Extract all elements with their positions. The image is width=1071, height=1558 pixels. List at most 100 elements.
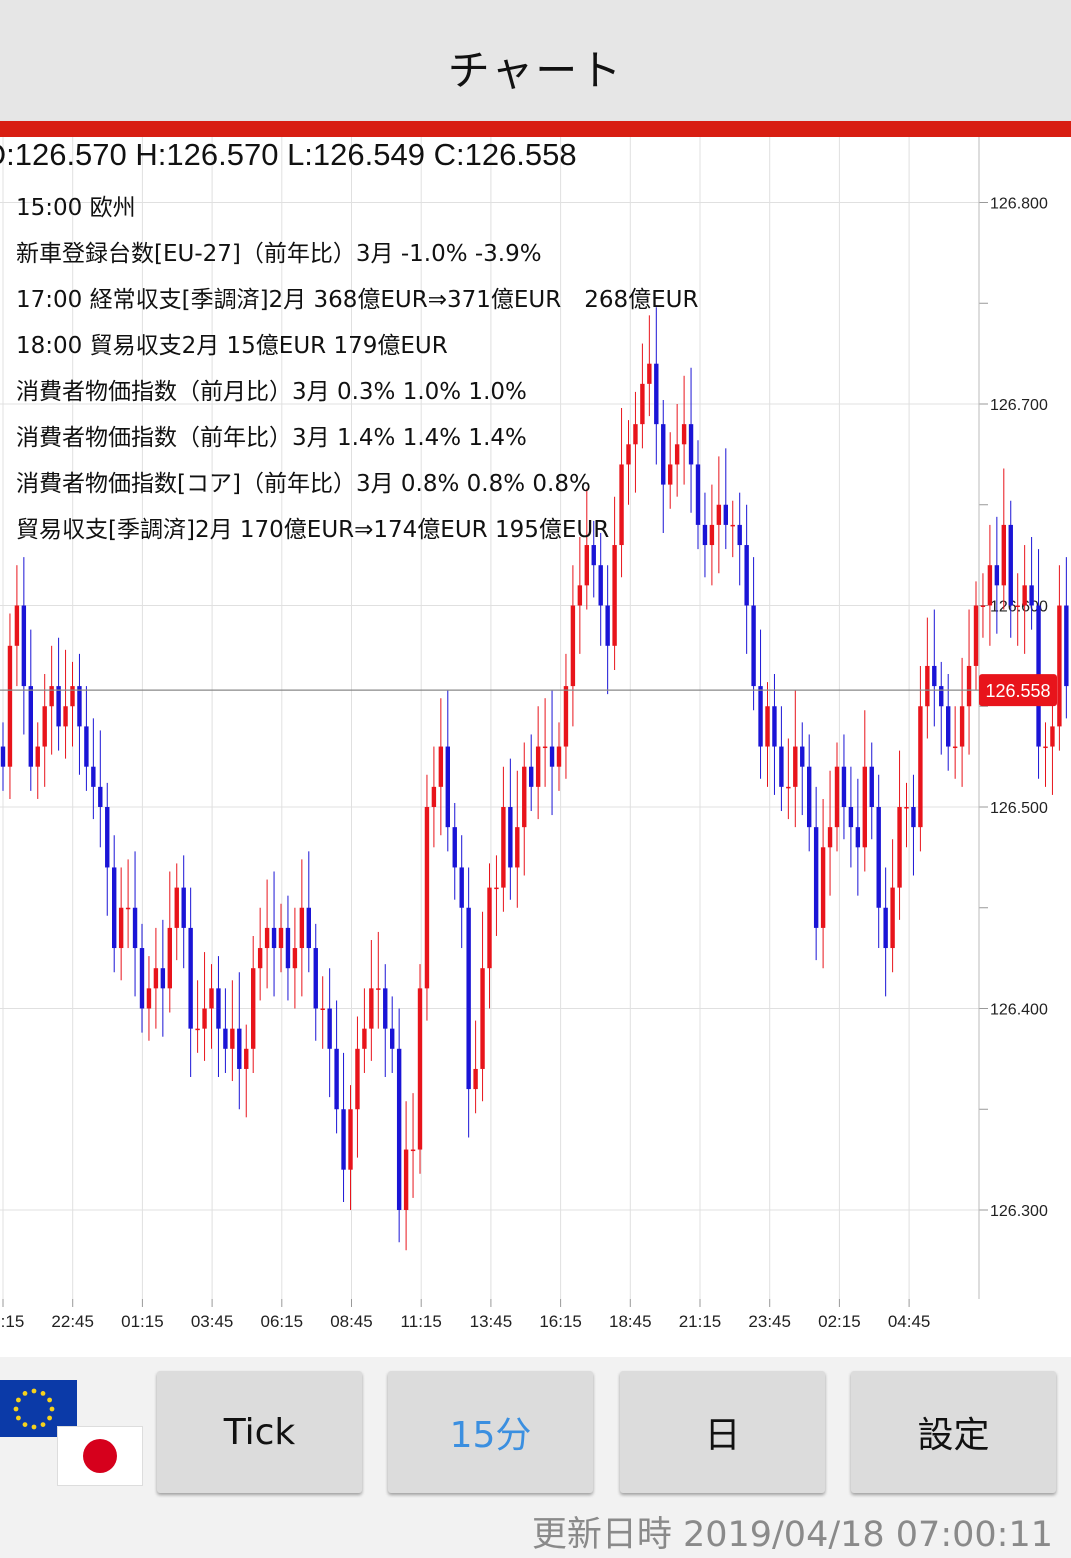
page-title: チャート	[447, 46, 624, 95]
candle-body	[813, 827, 819, 928]
candle-body	[904, 807, 909, 809]
event-row: 消費者物価指数（前年比）3月 1.4% 1.4% 1.4%	[16, 425, 527, 451]
candle-body	[403, 1149, 409, 1210]
candle-body	[751, 605, 756, 687]
app-header: チャート	[0, 0, 1071, 121]
candle-body	[918, 706, 923, 828]
candle-body	[480, 968, 485, 1069]
y-tick-label: 126.400	[990, 1002, 1048, 1019]
candle-body	[216, 988, 221, 1029]
candle-body	[313, 948, 318, 1009]
candle-body	[56, 686, 61, 727]
candle-body	[237, 1028, 242, 1069]
candle-body	[28, 686, 33, 767]
candle-body	[230, 1028, 235, 1049]
candle-body	[522, 766, 527, 828]
candle-body	[125, 907, 131, 910]
candle-body	[195, 1028, 200, 1031]
candle-body	[417, 988, 423, 1150]
x-tick-label: 18:45	[609, 1312, 652, 1331]
candle-body	[834, 766, 840, 828]
candle-body	[355, 1048, 360, 1110]
candle-body	[876, 807, 881, 908]
candle-body	[911, 807, 916, 828]
candle-body	[980, 605, 986, 607]
candle-body	[473, 1068, 478, 1090]
candle-body	[14, 605, 20, 646]
candle-body	[431, 786, 437, 807]
candle-body	[862, 766, 867, 848]
candle-body	[994, 565, 1000, 586]
15min-button[interactable]: 15分	[388, 1371, 593, 1493]
candle-body	[1022, 585, 1027, 606]
candle-body	[890, 887, 895, 949]
event-row: 消費者物価指数（前月比）3月 0.3% 1.0% 1.0%	[16, 379, 527, 405]
candle-body	[188, 927, 193, 1029]
candle-body	[35, 746, 40, 767]
y-tick-label: 126.700	[990, 397, 1048, 414]
candle-body	[251, 968, 256, 1049]
settings-button[interactable]: 設定	[851, 1371, 1056, 1493]
accent-bar	[0, 121, 1071, 137]
candle-body	[549, 746, 555, 767]
candle-body	[1064, 605, 1069, 687]
candle-body	[848, 807, 854, 828]
candle-body	[132, 907, 138, 949]
candle-body	[1015, 605, 1020, 607]
jp-flag-icon	[58, 1427, 142, 1485]
candle-body	[758, 686, 763, 747]
candle-body	[487, 887, 492, 969]
candle-body	[84, 726, 89, 767]
candle-body	[1043, 746, 1048, 749]
event-row: 18:00 貿易収支2月 15億EUR 179億EUR	[16, 333, 448, 359]
candle-body	[306, 907, 311, 949]
candle-body	[285, 927, 291, 969]
candle-body	[598, 565, 603, 606]
candle-body	[1029, 585, 1034, 606]
candle-body	[174, 887, 179, 928]
y-tick-label: 126.800	[990, 196, 1048, 213]
candle-body	[529, 766, 534, 787]
candle-body	[160, 968, 166, 989]
candle-body	[973, 605, 979, 666]
tick-button[interactable]: Tick	[157, 1371, 362, 1493]
candle-body	[118, 907, 124, 949]
event-row: 貿易収支[季調済]2月 170億EUR⇒174億EUR 195億EUR	[16, 517, 610, 543]
candle-body	[709, 524, 715, 546]
candle-body	[744, 545, 749, 606]
candle-body	[452, 827, 457, 868]
candle-body	[292, 948, 298, 969]
candle-body	[445, 746, 450, 828]
candle-body	[786, 786, 791, 789]
candle-body	[146, 988, 152, 1009]
candle-body	[348, 1109, 353, 1170]
candle-body	[98, 786, 103, 807]
candle-body	[508, 807, 513, 868]
candle-body	[70, 686, 75, 707]
candle-body	[334, 1048, 339, 1110]
candle-body	[396, 1048, 402, 1210]
candle-body	[855, 827, 861, 848]
candle-body	[966, 665, 972, 707]
candle-body	[959, 706, 965, 747]
candle-body	[341, 1109, 346, 1170]
candle-body	[383, 988, 388, 1029]
candle-body	[605, 605, 610, 646]
candle-body	[987, 565, 993, 606]
candle-body	[932, 665, 937, 687]
candle-body	[716, 504, 722, 525]
candlestick-chart[interactable]: 126.300 126.400 126.500 126.600 126.700 126.8…	[0, 137, 1071, 1357]
candle-body	[21, 605, 27, 687]
candle-body	[800, 746, 805, 767]
candle-body	[410, 1149, 416, 1152]
x-tick-label: 04:45	[888, 1312, 931, 1331]
candle-body	[1057, 605, 1062, 727]
candle-body	[390, 1028, 395, 1049]
candle-body	[939, 686, 944, 707]
candle-body	[105, 807, 110, 868]
candle-body	[376, 988, 381, 990]
candle-body	[438, 746, 444, 787]
candle-body	[563, 686, 569, 747]
daily-button[interactable]: 日	[620, 1371, 825, 1493]
candle-body	[730, 524, 735, 527]
